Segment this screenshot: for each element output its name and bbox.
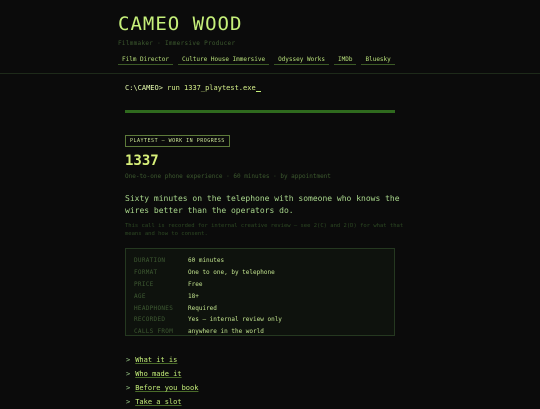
play-tagline: One-to-one phone experience · 60 minutes… (125, 173, 331, 180)
list-item: > What it is (126, 353, 198, 367)
site-title: CAMEO WOOD (118, 13, 243, 35)
recording-note: This call is recorded for internal creat… (125, 223, 404, 237)
link-what-it-is[interactable]: What it is (135, 356, 177, 364)
detail-key: HEADPHONES (134, 304, 174, 312)
detail-value: Free (188, 280, 203, 288)
site-subtitle: Filmmaker · Immersive Producer (118, 40, 236, 47)
progress-bar (125, 110, 395, 113)
detail-key: RECORDED (134, 316, 166, 324)
terminal-line: C:\CAMEO> run 1337_playtest.exe (125, 84, 261, 92)
detail-row-calls-from: CALLS FROM anywhere in the world (134, 326, 386, 338)
cursor-icon (255, 91, 261, 92)
detail-key: AGE (134, 292, 146, 300)
link-before-you-book[interactable]: Before you book (135, 384, 198, 392)
terminal-prompt: C:\CAMEO> (125, 84, 163, 92)
header-divider (0, 73, 540, 74)
nav-link-film-director[interactable]: Film Director (118, 55, 173, 65)
detail-value: Yes — internal review only (188, 316, 282, 324)
detail-key: DURATION (134, 257, 166, 265)
detail-value: One to one, by telephone (188, 269, 275, 277)
detail-value: Required (188, 304, 217, 312)
top-nav: Film Director Culture House Immersive Od… (118, 55, 395, 65)
nav-link-imdb[interactable]: IMDb (334, 55, 357, 65)
status-badge: PLAYTEST — WORK IN PROGRESS (125, 135, 230, 147)
chevron-right-icon: > (126, 384, 131, 392)
detail-value: 60 minutes (188, 257, 225, 265)
play-lede: Sixty minutes on the telephone with some… (125, 194, 400, 215)
detail-key: CALLS FROM (134, 328, 174, 336)
chevron-right-icon: > (126, 370, 131, 378)
page-title: 1337 (125, 153, 159, 169)
detail-key: FORMAT (134, 269, 158, 277)
detail-key: PRICE (134, 280, 154, 288)
list-item: > Take a slot (126, 395, 198, 409)
nav-link-bluesky[interactable]: Bluesky (361, 55, 395, 65)
link-who-made-it[interactable]: Who made it (135, 370, 181, 378)
detail-row-duration: DURATION 60 minutes (134, 255, 386, 267)
list-item: > Before you book (126, 381, 198, 395)
detail-row-age: AGE 18+ (134, 290, 386, 302)
terminal-command: run 1337_playtest.exe (167, 84, 256, 92)
detail-row-format: FORMAT One to one, by telephone (134, 267, 386, 279)
list-item: > Who made it (126, 367, 198, 381)
nav-link-odyssey-works[interactable]: Odyssey Works (274, 55, 330, 65)
detail-row-headphones: HEADPHONES Required (134, 302, 386, 314)
nav-link-culture-house[interactable]: Culture House Immersive (177, 55, 270, 65)
detail-value: 18+ (188, 292, 199, 300)
chevron-right-icon: > (126, 356, 131, 364)
details-panel: DURATION 60 minutes FORMAT One to one, b… (125, 248, 395, 336)
detail-row-recorded: RECORDED Yes — internal review only (134, 314, 386, 326)
detail-row-price: PRICE Free (134, 279, 386, 291)
section-links: > What it is > Who made it > Before you … (126, 353, 198, 409)
detail-value: anywhere in the world (188, 328, 264, 336)
progress-fill (125, 110, 395, 113)
